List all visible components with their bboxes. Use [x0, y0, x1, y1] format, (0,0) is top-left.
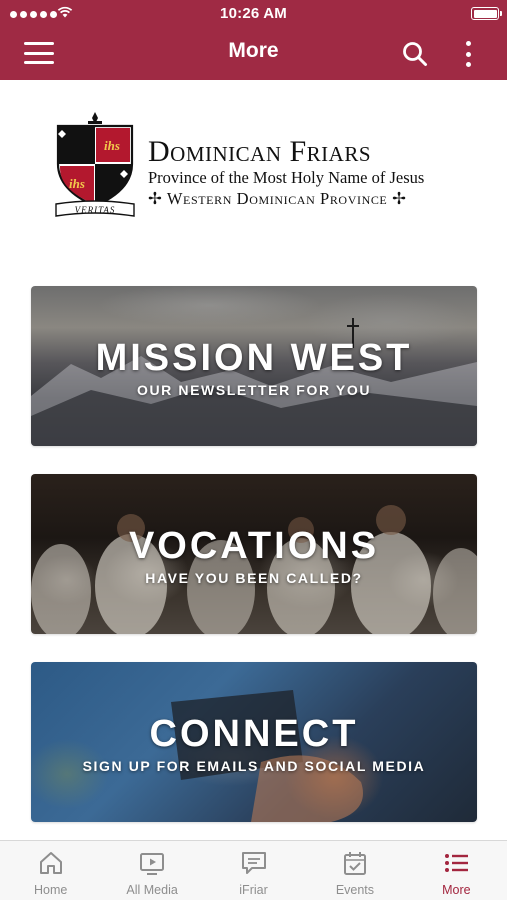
mission-west-card[interactable]: MISSION WEST OUR NEWSLETTER FOR YOU: [31, 286, 477, 446]
vocations-text: VOCATIONS HAVE YOU BEEN CALLED?: [31, 526, 477, 588]
top-bar: 10:26 AM More: [0, 0, 507, 80]
connect-card[interactable]: CONNECT SIGN UP FOR EMAILS AND SOCIAL ME…: [31, 662, 477, 822]
tab-more[interactable]: More: [406, 841, 507, 900]
play-screen-icon: [140, 853, 165, 875]
page-title: More: [228, 39, 279, 62]
crest-icon: ihs ihs VERITAS: [55, 112, 135, 217]
list-icon: [445, 854, 469, 872]
tab-home[interactable]: Home: [0, 841, 101, 900]
organization-name: Dominican Friars: [148, 135, 372, 168]
vertical-ellipsis-icon[interactable]: [458, 38, 478, 70]
tab-label: iFriar: [239, 883, 268, 897]
dominican-friars-logo: ihs ihs VERITAS Dominican Friars Provinc…: [52, 112, 462, 224]
home-icon: [39, 852, 62, 874]
battery-icon: [471, 7, 502, 20]
card-subtitle: HAVE YOU BEEN CALLED?: [145, 570, 363, 586]
tab-ifriar[interactable]: iFriar: [203, 841, 304, 900]
organization-title: Dominican Friars Province of the Most Ho…: [148, 136, 464, 210]
card-subtitle: SIGN UP FOR EMAILS AND SOCIAL MEDIA: [82, 758, 426, 774]
crest-monogram-bottom: ihs: [69, 176, 85, 191]
card-title: MISSION WEST: [95, 337, 413, 379]
organization-region: ✢ Western Dominican Province ✢: [148, 189, 407, 208]
card-title: VOCATIONS: [128, 525, 380, 567]
calendar-check-icon: [343, 852, 366, 875]
tab-label: All Media: [126, 883, 178, 897]
tab-label: Home: [34, 883, 68, 897]
organization-province: Province of the Most Holy Name of Jesus: [148, 168, 425, 187]
crest-motto: VERITAS: [75, 205, 116, 215]
vocations-card[interactable]: VOCATIONS HAVE YOU BEEN CALLED?: [31, 474, 477, 634]
card-title: CONNECT: [149, 713, 359, 755]
crest-monogram-top: ihs: [104, 138, 120, 153]
tab-all-media[interactable]: All Media: [101, 841, 202, 900]
tab-label: Events: [335, 883, 375, 897]
status-bar: 10:26 AM: [0, 0, 507, 28]
connect-text: CONNECT SIGN UP FOR EMAILS AND SOCIAL ME…: [31, 714, 477, 776]
chat-bubble-icon: [241, 852, 266, 874]
search-icon[interactable]: [400, 39, 430, 69]
tab-events[interactable]: Events: [304, 841, 405, 900]
nav-bar: More: [0, 28, 507, 80]
status-time: 10:26 AM: [220, 5, 287, 22]
tab-bar: Home All Media iFriar Events More: [0, 840, 507, 900]
mission-west-text: MISSION WEST OUR NEWSLETTER FOR YOU: [31, 338, 477, 400]
tab-label: More: [442, 883, 471, 897]
card-subtitle: OUR NEWSLETTER FOR YOU: [136, 382, 372, 398]
